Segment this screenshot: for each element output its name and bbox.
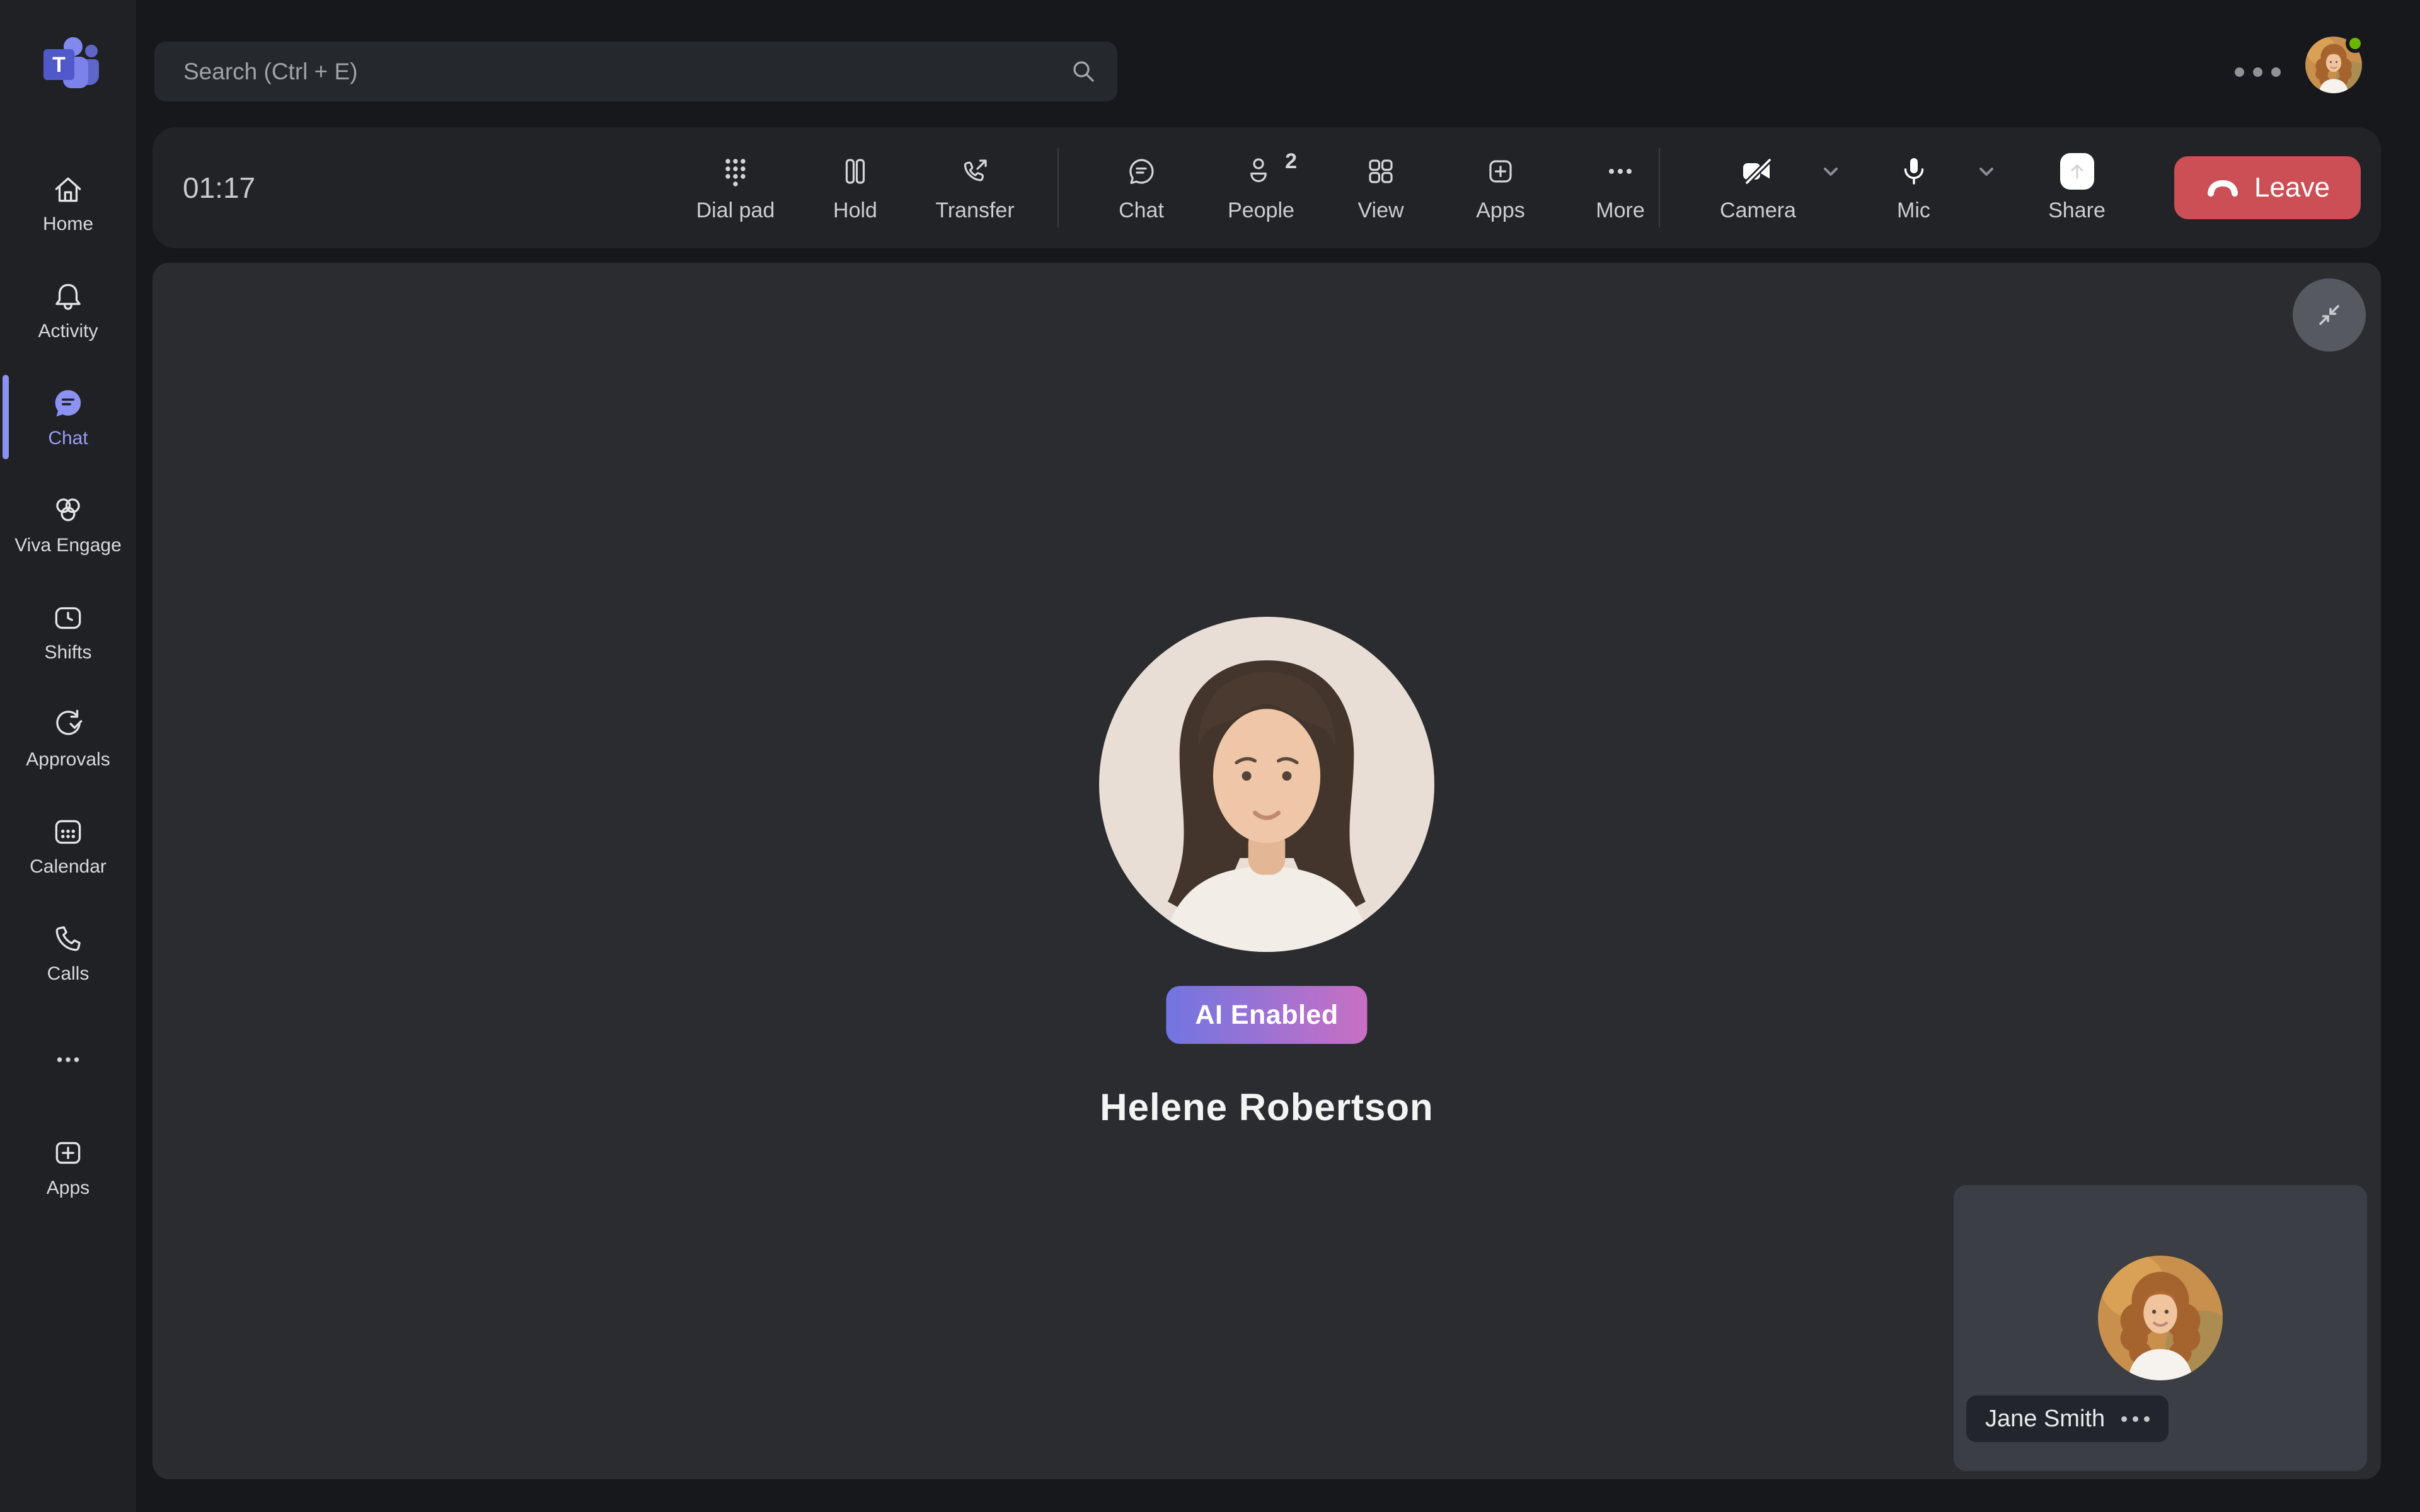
- camera-chevron-icon[interactable]: [1810, 153, 1852, 190]
- people-count-badge: 2: [1285, 149, 1297, 174]
- sidebar-item-home[interactable]: Home: [0, 149, 136, 256]
- dial-pad-icon: [718, 153, 752, 190]
- dial-pad-button[interactable]: Dial pad: [676, 153, 795, 223]
- leave-button[interactable]: Leave: [2174, 156, 2361, 219]
- call-toolbar: 01:17 Dial pad: [153, 127, 2381, 248]
- home-icon: [50, 171, 86, 207]
- sidebar-item-label: Approvals: [26, 749, 110, 770]
- search-icon: [1068, 56, 1100, 88]
- chat-icon: [50, 385, 86, 421]
- people-button[interactable]: 2 People: [1201, 153, 1321, 223]
- approvals-icon: [50, 706, 86, 743]
- call-stage: AI Enabled Helene Robertson: [153, 263, 2381, 1479]
- phone-icon: [50, 920, 86, 957]
- share-button[interactable]: Share: [2025, 153, 2129, 223]
- view-button[interactable]: View: [1321, 153, 1441, 223]
- call-timer: 01:17: [183, 127, 255, 248]
- sidebar-item-activity[interactable]: Activity: [0, 256, 136, 364]
- sidebar-more-button[interactable]: [0, 1006, 136, 1113]
- sidebar-item-calendar[interactable]: Calendar: [0, 792, 136, 899]
- titlebar-more-options-icon[interactable]: [2231, 58, 2285, 86]
- mic-icon: [1897, 153, 1931, 190]
- collapse-arrows-icon: [2312, 297, 2347, 333]
- share-screen-icon: [2060, 153, 2094, 190]
- status-available-dot: [2346, 34, 2365, 53]
- sidebar-item-shifts[interactable]: Shifts: [0, 578, 136, 685]
- pip-avatar: [2098, 1256, 2223, 1380]
- sidebar-item-label: Viva Engage: [14, 535, 122, 556]
- ai-enabled-badge: AI Enabled: [1166, 986, 1367, 1044]
- call-controls-group: Dial pad Hold Transfer: [676, 132, 1680, 243]
- camera-button[interactable]: Camera: [1706, 153, 1810, 223]
- search-input[interactable]: [154, 42, 1117, 101]
- apps-button[interactable]: Apps: [1441, 153, 1560, 223]
- add-app-icon: [1484, 153, 1518, 190]
- sidebar-item-label: Apps: [47, 1177, 89, 1199]
- toolbar-divider: [1659, 148, 1660, 227]
- more-ellipsis-icon: [1603, 153, 1637, 190]
- bell-icon: [50, 278, 86, 314]
- hold-icon: [838, 153, 872, 190]
- more-button[interactable]: More: [1560, 153, 1680, 223]
- participant-avatar: [1099, 617, 1434, 952]
- toolbar-divider: [1057, 148, 1059, 227]
- sidebar-item-viva-engage[interactable]: Viva Engage: [0, 471, 136, 578]
- apps-icon: [50, 1135, 86, 1171]
- transfer-call-icon: [958, 153, 992, 190]
- user-avatar[interactable]: [2305, 37, 2362, 93]
- self-view-tile[interactable]: Jane Smith: [1954, 1185, 2367, 1471]
- sidebar-item-chat[interactable]: Chat: [0, 364, 136, 471]
- pip-name-pill: Jane Smith: [1966, 1395, 2169, 1442]
- collapse-button[interactable]: [2293, 278, 2366, 352]
- sidebar-item-label: Home: [43, 214, 93, 235]
- media-controls-group: Camera Mic: [1706, 132, 2129, 243]
- sidebar-item-label: Chat: [48, 428, 88, 449]
- mic-button[interactable]: Mic: [1862, 153, 1966, 223]
- app-sidebar: T Home Activity: [0, 0, 136, 1512]
- mic-chevron-icon[interactable]: [1966, 153, 2007, 190]
- pip-name: Jane Smith: [1985, 1406, 2105, 1433]
- transfer-button[interactable]: Transfer: [915, 153, 1035, 223]
- ellipsis-icon: [50, 1041, 86, 1078]
- pip-more-options-icon[interactable]: [2121, 1416, 2150, 1422]
- sidebar-item-label: Calls: [47, 963, 89, 985]
- participant-name: Helene Robertson: [153, 1085, 2381, 1129]
- chat-button[interactable]: Chat: [1081, 153, 1201, 223]
- sidebar-item-label: Calendar: [30, 856, 107, 878]
- viva-engage-icon: [50, 492, 86, 529]
- leave-label: Leave: [2254, 172, 2330, 203]
- sidebar-item-calls[interactable]: Calls: [0, 899, 136, 1006]
- grid-view-icon: [1364, 153, 1398, 190]
- sidebar-item-label: Shifts: [44, 642, 91, 663]
- sidebar-item-label: Activity: [38, 321, 98, 342]
- search-input-wrapper: [154, 42, 1117, 101]
- sidebar-nav: Home Activity Chat: [0, 149, 136, 1220]
- sidebar-item-approvals[interactable]: Approvals: [0, 685, 136, 792]
- camera-off-icon: [1741, 153, 1775, 190]
- hang-up-icon: [2205, 176, 2240, 199]
- calendar-icon: [50, 813, 86, 850]
- chat-bubble-icon: [1124, 153, 1158, 190]
- hold-button[interactable]: Hold: [795, 153, 915, 223]
- people-icon: 2: [1244, 153, 1278, 190]
- shifts-clock-icon: [50, 599, 86, 636]
- sidebar-item-apps[interactable]: Apps: [0, 1113, 136, 1220]
- svg-text:T: T: [52, 53, 66, 77]
- teams-app-window: T Home Activity: [0, 0, 2420, 1512]
- teams-logo: T: [35, 32, 101, 97]
